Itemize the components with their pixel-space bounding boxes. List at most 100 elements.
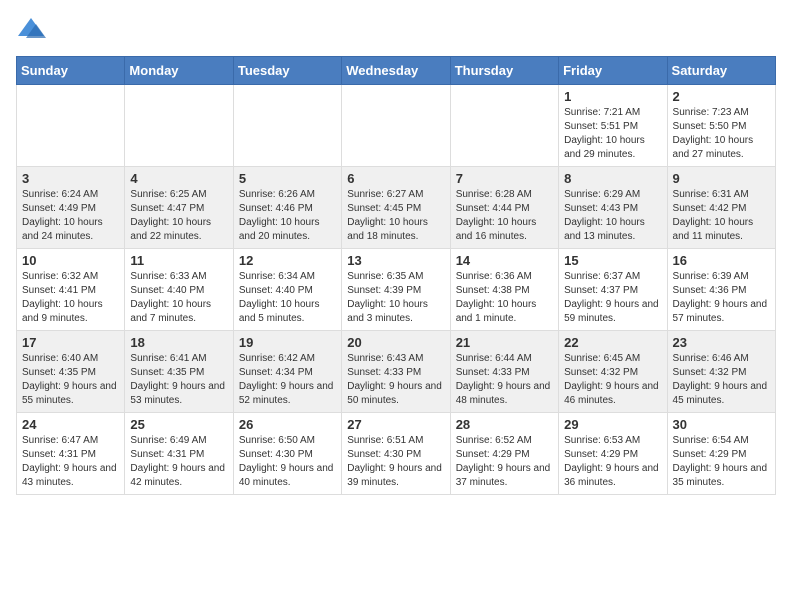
day-number: 14 <box>456 253 553 268</box>
calendar-cell: 16 Sunrise: 6:39 AM Sunset: 4:36 PM Dayli… <box>667 249 775 331</box>
calendar-cell: 2Sunrise: 7:23 AM Sunset: 5:50 PM Daylig… <box>667 85 775 167</box>
day-info: Sunrise: 6:42 AM Sunset: 4:34 PM Dayligh… <box>239 352 336 408</box>
day-number: 27 <box>347 417 444 432</box>
calendar-cell: 12 Sunrise: 6:34 AM Sunset: 4:40 PM Dayli… <box>233 249 341 331</box>
day-info: Sunrise: 6:36 AM Sunset: 4:38 PM Dayligh… <box>456 270 553 326</box>
day-number: 17 <box>22 335 119 350</box>
calendar-week-row: 24 Sunrise: 6:47 AM Sunset: 4:31 PM Dayli… <box>17 413 776 495</box>
calendar-cell <box>342 85 450 167</box>
calendar-cell: 17 Sunrise: 6:40 AM Sunset: 4:35 PM Dayli… <box>17 331 125 413</box>
day-number: 6 <box>347 171 444 186</box>
calendar-cell: 11 Sunrise: 6:33 AM Sunset: 4:40 PM Dayli… <box>125 249 233 331</box>
calendar-cell: 30Sunrise: 6:54 AM Sunset: 4:29 PM Dayli… <box>667 413 775 495</box>
day-number: 13 <box>347 253 444 268</box>
day-info: Sunrise: 6:46 AM Sunset: 4:32 PM Dayligh… <box>673 352 770 408</box>
calendar-cell: 26Sunrise: 6:50 AM Sunset: 4:30 PM Dayli… <box>233 413 341 495</box>
day-number: 15 <box>564 253 661 268</box>
calendar-cell: 13 Sunrise: 6:35 AM Sunset: 4:39 PM Dayli… <box>342 249 450 331</box>
day-number: 5 <box>239 171 336 186</box>
day-info: Sunrise: 6:53 AM Sunset: 4:29 PM Dayligh… <box>564 434 661 490</box>
day-number: 21 <box>456 335 553 350</box>
day-info: Sunrise: 6:29 AM Sunset: 4:43 PM Dayligh… <box>564 188 661 244</box>
calendar-cell <box>17 85 125 167</box>
calendar-cell <box>125 85 233 167</box>
calendar-week-row: 10 Sunrise: 6:32 AM Sunset: 4:41 PM Dayli… <box>17 249 776 331</box>
day-info: Sunrise: 6:49 AM Sunset: 4:31 PM Dayligh… <box>130 434 227 490</box>
day-info: Sunrise: 6:39 AM Sunset: 4:36 PM Dayligh… <box>673 270 770 326</box>
day-info: Sunrise: 6:47 AM Sunset: 4:31 PM Dayligh… <box>22 434 119 490</box>
weekday-header: Sunday <box>17 57 125 85</box>
weekday-header: Saturday <box>667 57 775 85</box>
day-number: 29 <box>564 417 661 432</box>
day-number: 8 <box>564 171 661 186</box>
day-info: Sunrise: 6:33 AM Sunset: 4:40 PM Dayligh… <box>130 270 227 326</box>
logo-icon <box>16 16 46 46</box>
calendar-cell: 4Sunrise: 6:25 AM Sunset: 4:47 PM Daylig… <box>125 167 233 249</box>
header <box>16 16 776 46</box>
day-info: Sunrise: 6:44 AM Sunset: 4:33 PM Dayligh… <box>456 352 553 408</box>
day-number: 30 <box>673 417 770 432</box>
calendar-cell: 10 Sunrise: 6:32 AM Sunset: 4:41 PM Dayli… <box>17 249 125 331</box>
day-number: 12 <box>239 253 336 268</box>
day-info: Sunrise: 6:37 AM Sunset: 4:37 PM Dayligh… <box>564 270 661 326</box>
day-number: 19 <box>239 335 336 350</box>
day-info: Sunrise: 6:28 AM Sunset: 4:44 PM Dayligh… <box>456 188 553 244</box>
day-number: 22 <box>564 335 661 350</box>
day-number: 26 <box>239 417 336 432</box>
day-number: 9 <box>673 171 770 186</box>
day-number: 18 <box>130 335 227 350</box>
day-info: Sunrise: 7:23 AM Sunset: 5:50 PM Dayligh… <box>673 106 770 162</box>
day-info: Sunrise: 6:32 AM Sunset: 4:41 PM Dayligh… <box>22 270 119 326</box>
day-info: Sunrise: 6:27 AM Sunset: 4:45 PM Dayligh… <box>347 188 444 244</box>
weekday-header: Wednesday <box>342 57 450 85</box>
weekday-header: Thursday <box>450 57 558 85</box>
calendar-cell: 7 Sunrise: 6:28 AM Sunset: 4:44 PM Daylig… <box>450 167 558 249</box>
calendar-cell <box>450 85 558 167</box>
day-number: 10 <box>22 253 119 268</box>
calendar-cell: 28 Sunrise: 6:52 AM Sunset: 4:29 PM Dayli… <box>450 413 558 495</box>
day-info: Sunrise: 7:21 AM Sunset: 5:51 PM Dayligh… <box>564 106 661 162</box>
calendar-cell: 9 Sunrise: 6:31 AM Sunset: 4:42 PM Daylig… <box>667 167 775 249</box>
day-number: 16 <box>673 253 770 268</box>
logo <box>16 16 50 46</box>
calendar-cell: 22 Sunrise: 6:45 AM Sunset: 4:32 PM Dayli… <box>559 331 667 413</box>
day-info: Sunrise: 6:31 AM Sunset: 4:42 PM Dayligh… <box>673 188 770 244</box>
day-info: Sunrise: 6:35 AM Sunset: 4:39 PM Dayligh… <box>347 270 444 326</box>
calendar-cell: 6 Sunrise: 6:27 AM Sunset: 4:45 PM Daylig… <box>342 167 450 249</box>
day-number: 3 <box>22 171 119 186</box>
weekday-header: Tuesday <box>233 57 341 85</box>
day-info: Sunrise: 6:40 AM Sunset: 4:35 PM Dayligh… <box>22 352 119 408</box>
calendar-cell: 8 Sunrise: 6:29 AM Sunset: 4:43 PM Daylig… <box>559 167 667 249</box>
weekday-header: Monday <box>125 57 233 85</box>
calendar-cell: 21 Sunrise: 6:44 AM Sunset: 4:33 PM Dayli… <box>450 331 558 413</box>
calendar-cell: 1 Sunrise: 7:21 AM Sunset: 5:51 PM Daylig… <box>559 85 667 167</box>
calendar-cell: 18 Sunrise: 6:41 AM Sunset: 4:35 PM Dayli… <box>125 331 233 413</box>
day-number: 20 <box>347 335 444 350</box>
calendar-cell: 3Sunrise: 6:24 AM Sunset: 4:49 PM Daylig… <box>17 167 125 249</box>
day-info: Sunrise: 6:51 AM Sunset: 4:30 PM Dayligh… <box>347 434 444 490</box>
calendar-cell: 25Sunrise: 6:49 AM Sunset: 4:31 PM Dayli… <box>125 413 233 495</box>
day-info: Sunrise: 6:34 AM Sunset: 4:40 PM Dayligh… <box>239 270 336 326</box>
calendar-cell: 14 Sunrise: 6:36 AM Sunset: 4:38 PM Dayli… <box>450 249 558 331</box>
day-info: Sunrise: 6:52 AM Sunset: 4:29 PM Dayligh… <box>456 434 553 490</box>
day-info: Sunrise: 6:26 AM Sunset: 4:46 PM Dayligh… <box>239 188 336 244</box>
day-info: Sunrise: 6:45 AM Sunset: 4:32 PM Dayligh… <box>564 352 661 408</box>
calendar-cell <box>233 85 341 167</box>
calendar-cell: 20 Sunrise: 6:43 AM Sunset: 4:33 PM Dayli… <box>342 331 450 413</box>
day-number: 28 <box>456 417 553 432</box>
day-info: Sunrise: 6:41 AM Sunset: 4:35 PM Dayligh… <box>130 352 227 408</box>
day-number: 4 <box>130 171 227 186</box>
calendar-cell: 29 Sunrise: 6:53 AM Sunset: 4:29 PM Dayli… <box>559 413 667 495</box>
day-number: 11 <box>130 253 227 268</box>
calendar: SundayMondayTuesdayWednesdayThursdayFrid… <box>16 56 776 495</box>
calendar-cell: 27 Sunrise: 6:51 AM Sunset: 4:30 PM Dayli… <box>342 413 450 495</box>
calendar-header-row: SundayMondayTuesdayWednesdayThursdayFrid… <box>17 57 776 85</box>
weekday-header: Friday <box>559 57 667 85</box>
day-number: 24 <box>22 417 119 432</box>
calendar-week-row: 1 Sunrise: 7:21 AM Sunset: 5:51 PM Daylig… <box>17 85 776 167</box>
day-info: Sunrise: 6:43 AM Sunset: 4:33 PM Dayligh… <box>347 352 444 408</box>
day-number: 7 <box>456 171 553 186</box>
day-number: 23 <box>673 335 770 350</box>
day-number: 1 <box>564 89 661 104</box>
calendar-week-row: 17 Sunrise: 6:40 AM Sunset: 4:35 PM Dayli… <box>17 331 776 413</box>
